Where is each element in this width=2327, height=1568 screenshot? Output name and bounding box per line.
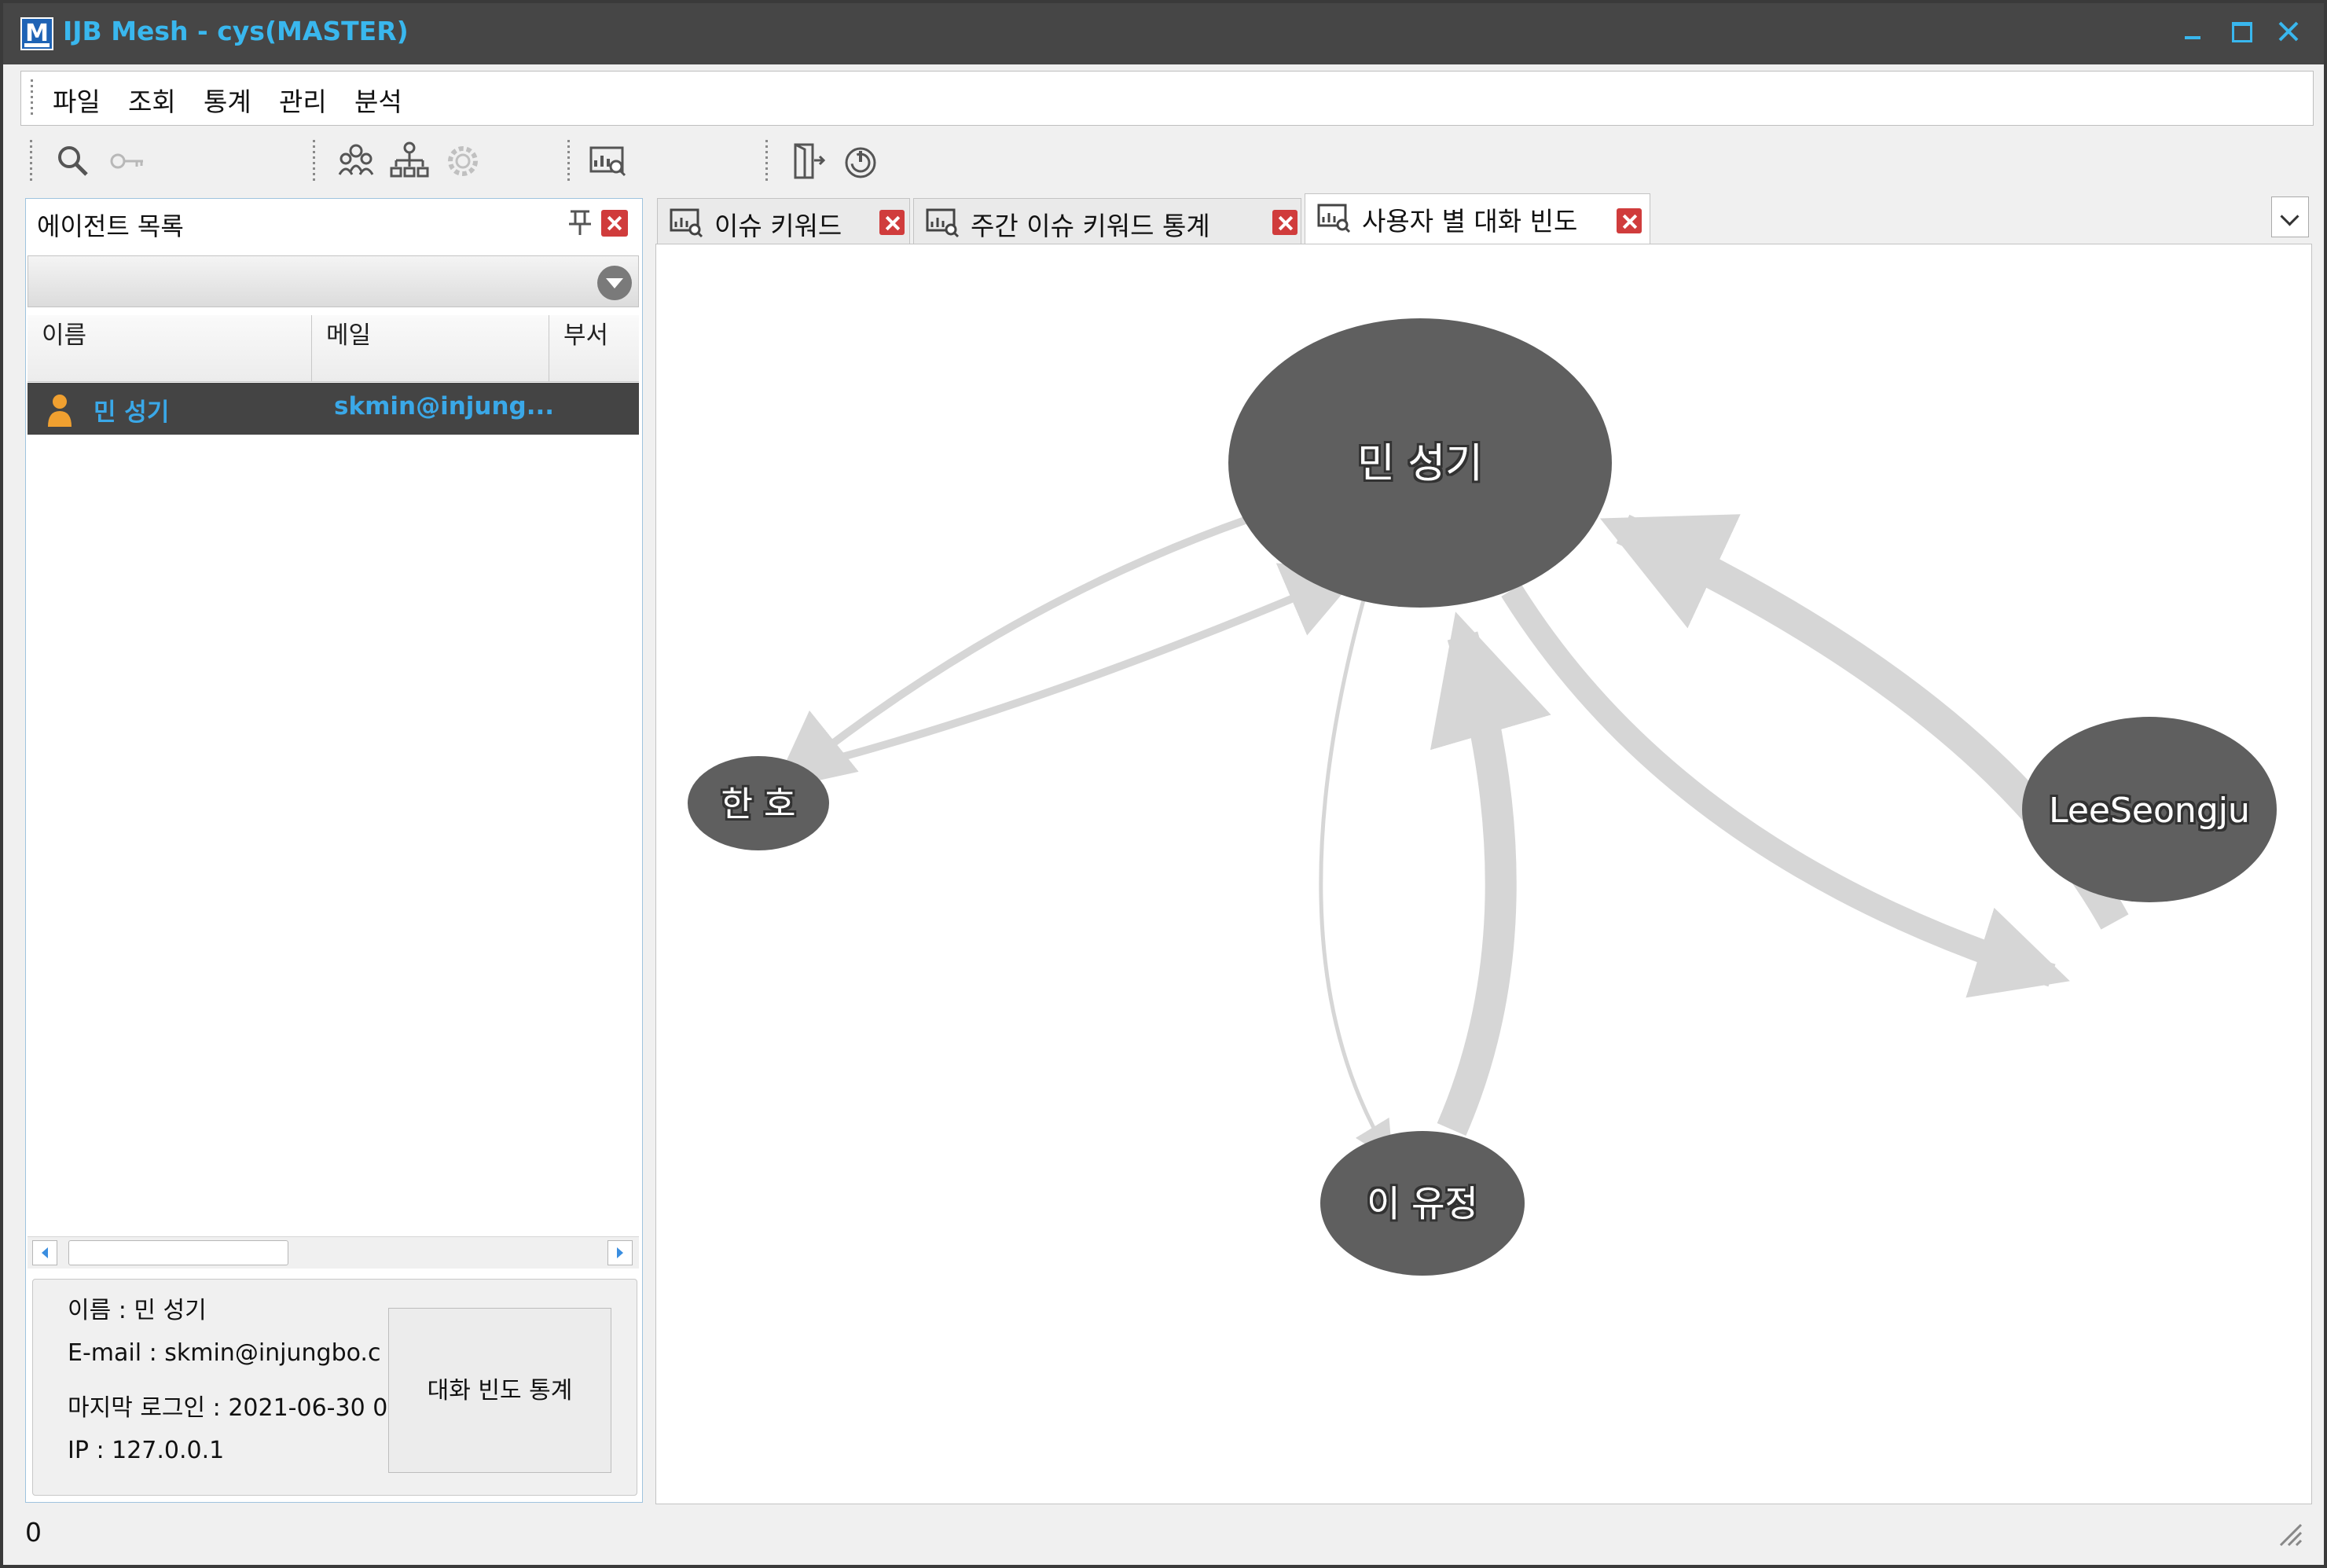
tab-label: 사용자 별 대화 빈도 [1362,206,1578,237]
graph-node-min[interactable]: 민 성기 [1228,318,1612,608]
close-tab-button[interactable] [879,210,905,235]
report-icon [669,207,705,238]
tab-issue-keyword[interactable]: 이슈 키워드 [657,198,910,244]
tab-user-conversation-frequency[interactable]: 사용자 별 대화 빈도 [1305,193,1650,244]
app-logo-icon: M [20,17,53,50]
graph-edge-min-to-han [773,516,1249,791]
title-bar[interactable]: M IJB Mesh - cys(MASTER) [3,3,2324,64]
power-icon[interactable] [839,140,882,182]
report-icon [925,207,961,238]
report-icon[interactable] [586,140,629,182]
close-icon [2278,21,2299,42]
pin-icon[interactable] [564,207,596,238]
document-tabs: 이슈 키워드 주간 이슈 키워드 통계 사용자 별 대화 빈도 [657,193,2312,244]
agent-list-panel: 에이전트 목록 이름 메일 부서 민 성기 skmin@injung... 이름… [25,198,643,1503]
minimize-button[interactable] [2175,14,2210,49]
row-email: skmin@injung... [334,392,555,420]
status-bar: 0 [20,1512,2312,1551]
graph-node-yoo[interactable]: 이 유정 [1320,1131,1525,1276]
graph-edge-yoo-to-min [1430,611,1551,1136]
info-last-login: 마지막 로그인 : 2021-06-30 0 [68,1394,388,1422]
resize-grip-icon[interactable] [2276,1520,2304,1548]
column-header-dept[interactable]: 부서 [549,315,639,381]
toolbar [20,130,2312,192]
window-title: IJB Mesh - cys(MASTER) [63,16,409,46]
conversation-stats-button[interactable]: 대화 빈도 통계 [388,1308,611,1473]
agent-panel-title: 에이전트 목록 [37,211,184,241]
group-icon[interactable] [335,140,377,182]
conversation-graph: 민 성기한 호 LeeSeongju 이 유정 [688,318,2277,1276]
toolbar-grip [567,140,570,182]
menu-file[interactable]: 파일 [53,81,101,119]
key-icon[interactable] [105,140,148,182]
graph-node-lee[interactable]: LeeSeongju [2022,717,2277,902]
tab-list-dropdown[interactable] [2271,196,2309,237]
graph-node-han[interactable]: 한 호 [688,756,829,850]
row-name: 민 성기 [94,398,170,427]
info-ip: IP : 127.0.0.1 [68,1437,225,1464]
menu-grip[interactable] [31,79,33,117]
scroll-right-button[interactable] [607,1240,633,1265]
graph-edge-min-to-lee [1501,584,2070,998]
user-icon [46,392,73,427]
close-tab-button[interactable] [1617,208,1642,233]
toolbar-grip [30,140,32,182]
agent-grid-header: 이름 메일 부서 [28,315,639,382]
close-panel-button[interactable] [601,210,628,237]
close-window-button[interactable] [2271,14,2306,49]
agent-info-box: 이름 : 민 성기 E-mail : skmin@injungbo.c 마지막 … [32,1279,637,1496]
tab-label: 주간 이슈 키워드 통계 [971,211,1210,241]
report-icon [1316,202,1353,233]
agent-filter-dropdown[interactable] [28,255,639,307]
column-header-name[interactable]: 이름 [28,315,312,381]
graph-edge-han-to-min [829,563,1364,764]
scroll-left-button[interactable] [32,1240,57,1265]
graph-node-label: 민 성기 [1357,441,1483,488]
conversation-graph-panel: 민 성기한 호 LeeSeongju 이 유정 [655,244,2312,1504]
graph-node-label: 한 호 [721,784,796,824]
toolbar-grip [765,140,768,182]
info-name: 이름 : 민 성기 [68,1297,207,1324]
info-email: E-mail : skmin@injungbo.c [68,1339,381,1367]
menu-manage[interactable]: 관리 [279,81,327,119]
search-icon[interactable] [52,140,94,182]
agent-panel-header: 에이전트 목록 [26,199,642,246]
exit-door-icon[interactable] [786,140,828,182]
menu-view[interactable]: 조회 [128,81,176,119]
horizontal-scrollbar[interactable] [28,1236,639,1269]
status-text: 0 [25,1517,42,1548]
graph-edge-lee-to-min [1599,514,2129,930]
graph-node-label: LeeSeongju [2049,791,2250,831]
menu-analysis[interactable]: 분석 [354,81,402,119]
app-window: M IJB Mesh - cys(MASTER) 파일 조회 통계 관리 분석 [0,0,2327,1568]
org-chart-icon[interactable] [388,140,431,182]
menu-bar: 파일 조회 통계 관리 분석 [20,71,2314,126]
settings-icon[interactable] [442,140,484,182]
scroll-thumb[interactable] [68,1240,288,1265]
chevron-down-icon[interactable] [597,266,632,300]
tab-label: 이슈 키워드 [714,211,842,241]
column-header-email[interactable]: 메일 [312,315,549,381]
menu-statistics[interactable]: 통계 [204,81,251,119]
graph-node-label: 이 유정 [1367,1183,1478,1225]
tab-weekly-issue-keyword-stats[interactable]: 주간 이슈 키워드 통계 [913,198,1301,244]
close-tab-button[interactable] [1272,210,1297,235]
maximize-button[interactable] [2224,14,2259,49]
table-row[interactable]: 민 성기 skmin@injung... [28,383,639,435]
graph-edge-min-to-yoo [1319,588,1393,1162]
toolbar-grip [313,140,315,182]
